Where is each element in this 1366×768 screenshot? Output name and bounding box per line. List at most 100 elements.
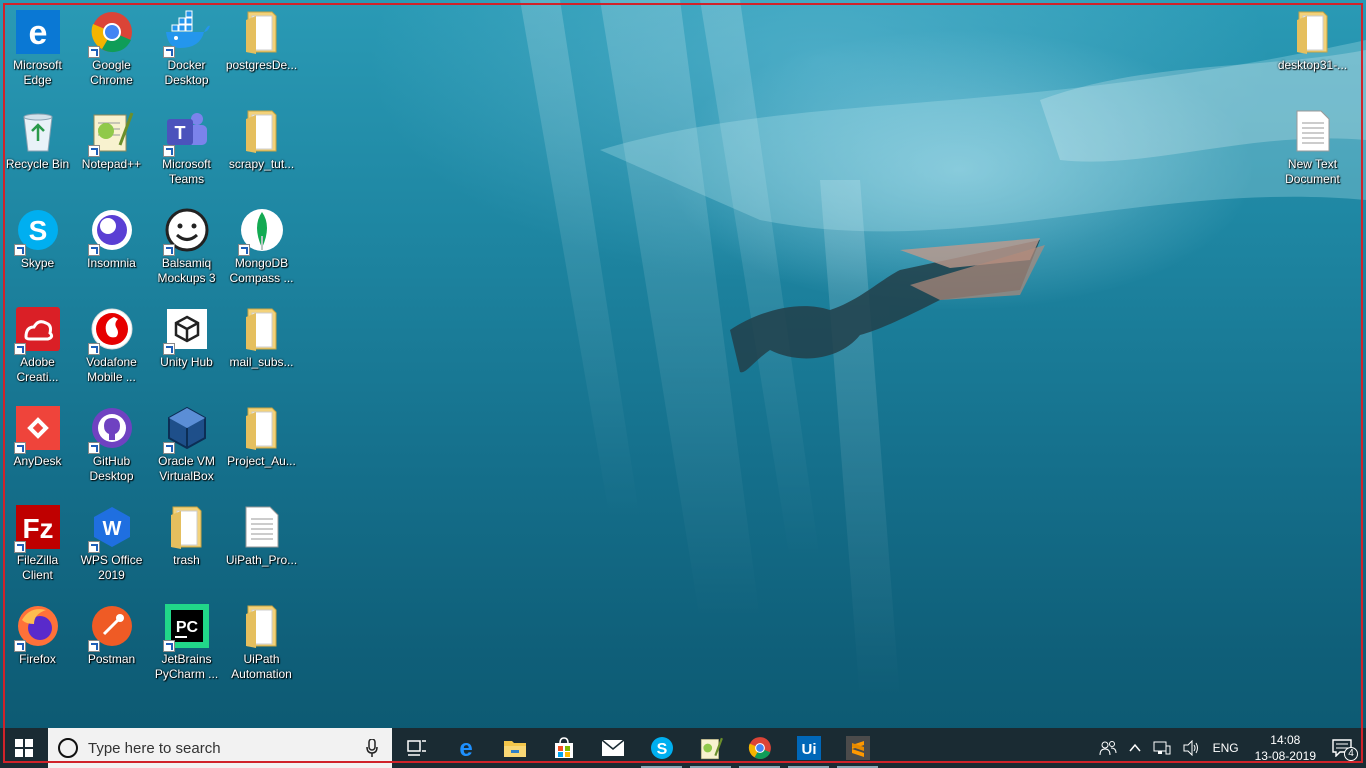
desktop-icon-label: Firefox [19, 652, 56, 666]
skype-icon: S [13, 206, 62, 256]
shortcut-arrow-icon [13, 640, 26, 652]
desktop-icon-label: UiPath Automation [231, 652, 292, 681]
desktop-icon-notepad[interactable]: Notepad++ [74, 99, 149, 198]
desktop-icon-insomnia[interactable]: Insomnia [74, 198, 149, 297]
taskbar-skype-button[interactable]: S [637, 728, 686, 768]
diver-silhouette [730, 238, 1045, 373]
desktop-icon-filezilla-client[interactable]: Fz FileZilla Client [0, 495, 75, 594]
search-icon [58, 738, 78, 758]
desktop-icon-label: Insomnia [87, 256, 136, 270]
anydesk-icon [13, 404, 62, 454]
search-box[interactable]: Type here to search [48, 728, 392, 768]
system-tray: ENG 14:08 13-08-2019 4 [1093, 728, 1366, 768]
svg-text:S: S [656, 741, 667, 758]
desktop-icon-uipath-pro[interactable]: UiPath_Pro... [224, 495, 299, 594]
desktop-icon-label: Postman [87, 652, 136, 666]
desktop-icon-label: scrapy_tut... [228, 157, 295, 171]
network-icon[interactable] [1153, 740, 1171, 756]
balsamiq-icon [162, 206, 211, 256]
task-view-icon [406, 739, 427, 757]
desktop-icon-microsoft-teams[interactable]: T Microsoft Teams [149, 99, 224, 198]
skype-icon: S [650, 736, 674, 760]
taskbar-store-button[interactable] [539, 728, 588, 768]
desktop-icon-project-au[interactable]: Project_Au... [224, 396, 299, 495]
desktop-icon-label: Balsamiq Mockups 3 [157, 256, 216, 285]
desktop-icon-label: Google Chrome [90, 58, 133, 87]
shortcut-arrow-icon [162, 442, 175, 454]
desktop-icon-oracle-vm-virtualbox[interactable]: Oracle VM VirtualBox [149, 396, 224, 495]
desktop-icon-new-text-document[interactable]: New Text Document [1275, 99, 1350, 198]
desktop-icon-label: Recycle Bin [5, 157, 70, 171]
desktop-icon-trash[interactable]: trash [149, 495, 224, 594]
desktop-icon-label: UiPath_Pro... [225, 553, 298, 567]
microphone-icon[interactable] [366, 739, 378, 757]
desktop-icon-recycle-bin[interactable]: Recycle Bin [0, 99, 75, 198]
desktop-icon-jetbrains-pycharm[interactable]: PC JetBrains PyCharm ... [149, 594, 224, 693]
taskbar-notepad-plus-plus-button[interactable] [686, 728, 735, 768]
chevron-up-icon[interactable] [1129, 743, 1141, 753]
folder-icon [1289, 8, 1337, 56]
desktop-icon-mail-subs[interactable]: mail_subs... [224, 297, 299, 396]
shortcut-arrow-icon [13, 541, 26, 553]
desktop-icon-microsoft-edge[interactable]: e Microsoft Edge [0, 0, 75, 99]
desktop-icon-adobe-creati[interactable]: Adobe Creati... [0, 297, 75, 396]
desktop-icon-label: MongoDB Compass ... [229, 256, 294, 285]
recycle-bin-icon [14, 107, 62, 155]
svg-text:e: e [459, 736, 472, 760]
clock[interactable]: 14:08 13-08-2019 [1255, 732, 1316, 764]
desktop-icon-postgresde[interactable]: postgresDe... [224, 0, 299, 99]
docker-icon [162, 8, 211, 58]
desktop-icon-docker-desktop[interactable]: Docker Desktop [149, 0, 224, 99]
shortcut-arrow-icon [162, 145, 175, 157]
desktop-icon-skype[interactable]: S Skype [0, 198, 75, 297]
notepad-plus-plus-icon [87, 107, 136, 157]
shortcut-arrow-icon [87, 145, 100, 157]
desktop-icon-anydesk[interactable]: AnyDesk [0, 396, 75, 495]
desktop-icon-balsamiq-mockups-3[interactable]: Balsamiq Mockups 3 [149, 198, 224, 297]
desktop-icon-google-chrome[interactable]: Google Chrome [74, 0, 149, 99]
adobe-creative-cloud-icon [13, 305, 62, 355]
desktop-icon-desktop31[interactable]: desktop31-... [1275, 0, 1350, 99]
desktop-icon-label: New Text Document [1285, 157, 1340, 186]
chrome-icon [748, 736, 772, 760]
taskbar-sublime-text-button[interactable] [833, 728, 882, 768]
notepad-plus-plus-icon [699, 736, 723, 760]
desktop-icon-postman[interactable]: Postman [74, 594, 149, 693]
store-icon [553, 737, 575, 759]
shortcut-arrow-icon [13, 442, 26, 454]
mongodb-compass-icon [237, 206, 286, 256]
unity-icon [162, 305, 211, 355]
language-indicator[interactable]: ENG [1213, 741, 1239, 755]
desktop-icon-scrapy-tut[interactable]: scrapy_tut... [224, 99, 299, 198]
taskbar-task-view-button[interactable] [392, 728, 441, 768]
action-center-button[interactable]: 4 [1332, 739, 1358, 761]
taskbar-chrome-button[interactable] [735, 728, 784, 768]
start-button[interactable] [0, 728, 48, 768]
svg-text:e: e [28, 14, 47, 52]
folder-icon [238, 404, 286, 452]
file-explorer-icon [503, 738, 527, 758]
desktop-icon-label: Docker Desktop [164, 58, 209, 87]
svg-text:T: T [174, 123, 185, 143]
wps-office-icon: W [87, 503, 136, 553]
insomnia-icon [87, 206, 136, 256]
volume-icon[interactable] [1183, 740, 1201, 756]
desktop-icon-github-desktop[interactable]: GitHub Desktop [74, 396, 149, 495]
desktop-icon-mongodb-compass[interactable]: MongoDB Compass ... [224, 198, 299, 297]
desktop-icon-uipath-automation[interactable]: UiPath Automation [224, 594, 299, 693]
notification-count-badge: 4 [1344, 747, 1358, 761]
taskbar-edge-button[interactable]: e [441, 728, 490, 768]
desktop-icon-firefox[interactable]: Firefox [0, 594, 75, 693]
people-icon[interactable] [1099, 740, 1117, 756]
desktop-icon-vodafone-mobile[interactable]: Vodafone Mobile ... [74, 297, 149, 396]
taskbar-uipath-button[interactable]: Ui [784, 728, 833, 768]
desktop-icon-wps-office-2019[interactable]: W WPS Office 2019 [74, 495, 149, 594]
shortcut-arrow-icon [162, 46, 175, 58]
desktop-icon-label: postgresDe... [225, 58, 298, 72]
folder-icon [238, 305, 286, 353]
desktop-icon-unity-hub[interactable]: Unity Hub [149, 297, 224, 396]
shortcut-arrow-icon [87, 343, 100, 355]
taskbar-file-explorer-button[interactable] [490, 728, 539, 768]
desktop-icon-label: AnyDesk [13, 454, 62, 468]
taskbar-mail-button[interactable] [588, 728, 637, 768]
